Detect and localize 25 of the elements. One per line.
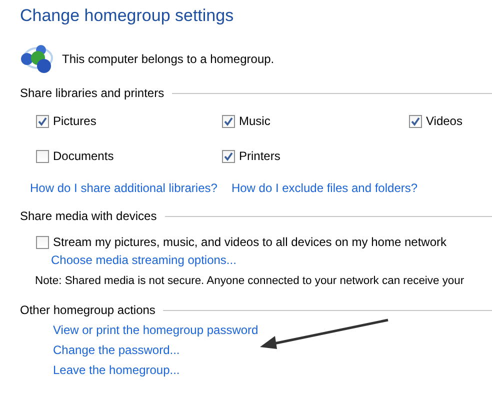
note-text: Note: Shared media is not secure. Anyone connected to your network can receive your (34, 274, 466, 289)
status-text: This computer belongs to a homegroup. (62, 52, 274, 66)
checkbox-label: Documents (53, 149, 114, 163)
checkbox-label: Pictures (53, 114, 96, 128)
checkbox-label: Videos (426, 114, 462, 128)
action-link[interactable]: Change the password... (53, 343, 492, 357)
section-heading: Share libraries and printers (20, 86, 164, 100)
checkbox[interactable] (36, 236, 49, 248)
action-link[interactable]: Leave the homegroup... (53, 363, 492, 377)
page-title: Change homegroup settings (20, 6, 234, 26)
help-link[interactable]: How do I exclude files and folders? (231, 181, 418, 195)
section-heading: Other homegroup actions (20, 303, 156, 317)
checkbox[interactable] (36, 150, 49, 162)
checkbox[interactable] (409, 114, 422, 128)
checkbox-label: Stream my pictures, music, and videos to all devices on my home network (53, 235, 446, 249)
section-heading: Share media with devices (20, 209, 157, 223)
checkbox-label: Music (239, 114, 270, 128)
link[interactable]: Choose media streaming options... (51, 253, 492, 267)
checkbox[interactable] (222, 114, 235, 128)
checkbox[interactable] (36, 114, 49, 128)
checkbox[interactable] (222, 150, 235, 162)
action-link[interactable]: View or print the homegroup password (53, 323, 492, 337)
help-link[interactable]: How do I share additional libraries? (30, 181, 218, 195)
checkbox-label: Printers (239, 149, 280, 163)
homegroup-icon (20, 44, 54, 74)
